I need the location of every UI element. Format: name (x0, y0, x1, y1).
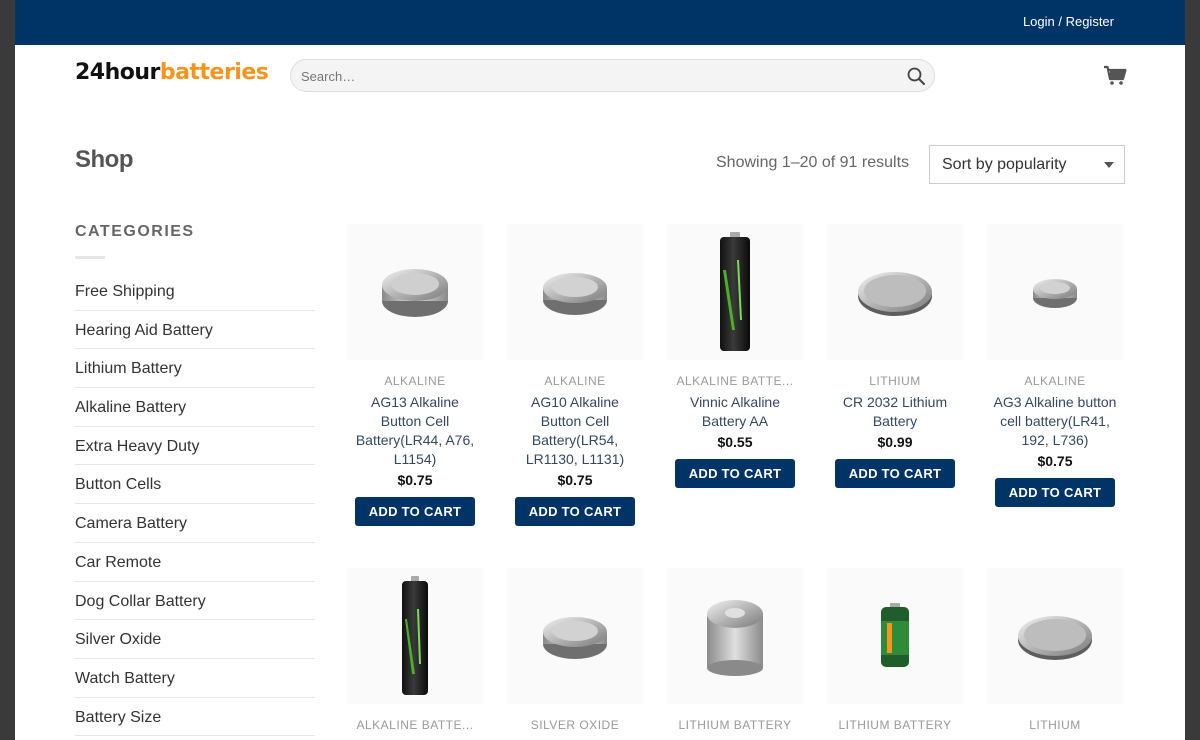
product-image[interactable] (987, 224, 1123, 360)
add-to-cart-button[interactable]: ADD TO CART (354, 497, 476, 526)
cart-icon[interactable] (1103, 64, 1127, 86)
category-list: Free Shipping Hearing Aid Battery Lithiu… (75, 272, 315, 737)
category-link[interactable]: Button Cells (75, 465, 315, 505)
sort-select[interactable]: Sort by popularity (929, 145, 1125, 184)
product-image[interactable] (347, 568, 483, 704)
product-image[interactable] (667, 568, 803, 704)
chevron-down-icon (1104, 162, 1114, 168)
product-price: $0.75 (557, 472, 593, 488)
product-category[interactable]: LITHIUM (815, 374, 975, 388)
product-image[interactable] (347, 224, 483, 360)
add-to-cart-button[interactable]: ADD TO CART (994, 478, 1116, 507)
aa-battery-icon (720, 232, 750, 351)
product-category[interactable]: LITHIUM (975, 718, 1135, 732)
category-link[interactable]: Battery Size (75, 698, 315, 737)
product-category[interactable]: ALKALINE (975, 374, 1135, 388)
result-count: Showing 1–20 of 91 results (716, 154, 910, 171)
aaa-battery-icon (402, 576, 428, 695)
product-card: ALKALINE AG13 Alkaline Button Cell Batte… (335, 224, 495, 526)
product-category[interactable]: LITHIUM BATTERY (815, 718, 975, 732)
product-category[interactable]: ALKALINE (495, 374, 655, 388)
product-price: $0.99 (877, 434, 913, 450)
product-title[interactable]: Vinnic Alkaline Battery AA (655, 393, 815, 431)
product-category[interactable]: ALKALINE BATTE... (335, 718, 495, 732)
cr2-battery-icon (707, 600, 763, 676)
category-link[interactable]: Free Shipping (75, 272, 315, 311)
sort-selected-value: Sort by popularity (942, 156, 1067, 173)
category-link[interactable]: Hearing Aid Battery (75, 311, 315, 350)
product-title[interactable]: AG13 Alkaline Button Cell Battery(LR44, … (335, 393, 495, 469)
category-link[interactable]: Lithium Battery (75, 349, 315, 389)
product-card: LITHIUM CR 2032 Lithium Battery $0.99 AD… (815, 224, 975, 488)
small-button-cell-icon (1033, 279, 1077, 308)
site-logo[interactable]: 24hourbatteries (75, 58, 269, 88)
product-image[interactable] (987, 568, 1123, 704)
logo-text-part1: 24hour (75, 60, 160, 85)
top-bar: Login / Register (15, 0, 1185, 45)
product-card: ALKALINE BATTE... Vinnic Alkaline Batter… (655, 224, 815, 488)
category-link[interactable]: Dog Collar Battery (75, 582, 315, 621)
product-title[interactable]: CR 2032 Lithium Battery (815, 393, 975, 431)
product-card: LITHIUM BATTERY (655, 568, 815, 732)
page-title: Shop (75, 146, 134, 173)
product-category[interactable]: LITHIUM BATTERY (655, 718, 815, 732)
add-to-cart-button[interactable]: ADD TO CART (674, 459, 796, 488)
logo-text-part2: batteries (159, 60, 269, 85)
add-to-cart-button[interactable]: ADD TO CART (834, 459, 956, 488)
cr123-battery-icon (881, 603, 909, 667)
product-card: LITHIUM (975, 568, 1135, 732)
product-image[interactable] (827, 224, 963, 360)
categories-heading: CATEGORIES (75, 223, 195, 240)
product-category[interactable]: SILVER OXIDE (495, 718, 655, 732)
product-card: SILVER OXIDE (495, 568, 655, 732)
category-link[interactable]: Alkaline Battery (75, 388, 315, 427)
button-cell-icon (543, 273, 607, 315)
product-image[interactable] (507, 224, 643, 360)
product-price: $0.75 (397, 472, 433, 488)
button-cell-icon (543, 617, 607, 659)
product-card: ALKALINE AG3 Alkaline button cell batter… (975, 224, 1135, 507)
product-image[interactable] (507, 568, 643, 704)
category-link[interactable]: Camera Battery (75, 504, 315, 543)
coin-cell-icon (858, 272, 932, 316)
coin-cell-icon (1018, 616, 1092, 660)
category-link[interactable]: Silver Oxide (75, 620, 315, 659)
product-category[interactable]: ALKALINE (335, 374, 495, 388)
login-register-link[interactable]: Login / Register (1023, 14, 1114, 29)
product-title[interactable]: AG10 Alkaline Button Cell Battery(LR54, … (495, 393, 655, 469)
search-bar (290, 59, 935, 92)
search-input[interactable] (301, 66, 891, 86)
category-link[interactable]: Watch Battery (75, 659, 315, 698)
category-link[interactable]: Extra Heavy Duty (75, 427, 315, 466)
product-card: LITHIUM BATTERY (815, 568, 975, 732)
product-title[interactable]: AG3 Alkaline button cell battery(LR41, 1… (975, 393, 1135, 450)
category-link[interactable]: Car Remote (75, 543, 315, 582)
add-to-cart-button[interactable]: ADD TO CART (514, 497, 636, 526)
product-image[interactable] (827, 568, 963, 704)
divider (75, 256, 105, 259)
product-price: $0.75 (1037, 453, 1073, 469)
product-price: $0.55 (717, 434, 753, 450)
search-icon[interactable] (906, 66, 926, 86)
product-image[interactable] (667, 224, 803, 360)
page: Login / Register 24hourbatteries Shop Sh… (15, 0, 1185, 740)
button-cell-thick-icon (382, 269, 448, 317)
product-card: ALKALINE BATTE... (335, 568, 495, 732)
product-card: ALKALINE AG10 Alkaline Button Cell Batte… (495, 224, 655, 526)
product-category[interactable]: ALKALINE BATTE... (655, 374, 815, 388)
